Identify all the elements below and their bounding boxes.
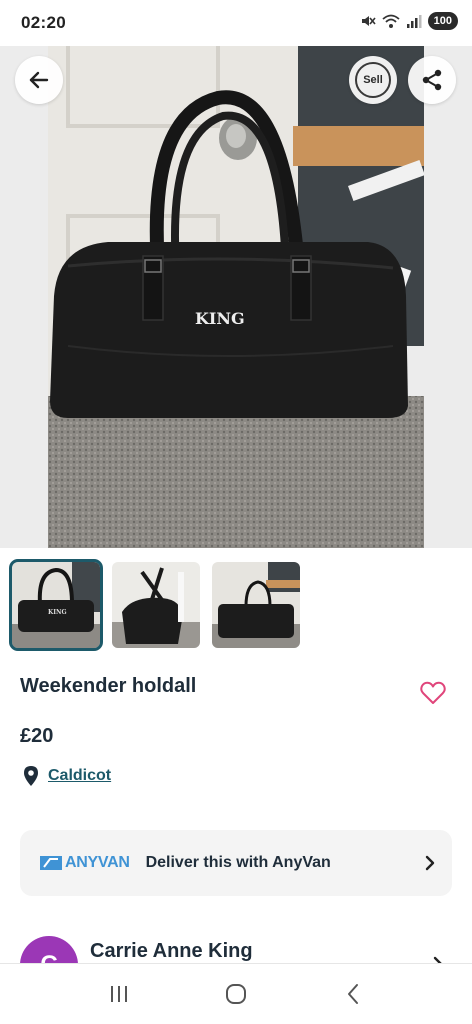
bag-logo-text: KING — [195, 309, 245, 328]
arrow-left-icon — [29, 71, 49, 89]
battery-indicator: 100 — [427, 12, 458, 30]
listing-price: £20 — [20, 725, 54, 747]
back-button[interactable] — [15, 56, 63, 104]
system-nav-bar — [0, 963, 472, 1024]
location-pin-icon — [24, 766, 38, 786]
location-link[interactable]: Caldicot — [48, 767, 111, 785]
recent-apps-button[interactable] — [99, 974, 139, 1014]
chevron-right-icon — [425, 855, 435, 871]
anyvan-delivery-card[interactable]: ANYVAN Deliver this with AnyVan — [20, 830, 452, 896]
listing-title: Weekender holdall — [20, 675, 197, 697]
share-button[interactable] — [408, 56, 456, 104]
hero-image[interactable]: KING Sell — [0, 46, 472, 548]
home-button[interactable] — [216, 974, 256, 1014]
home-icon — [225, 984, 246, 1004]
sell-label: Sell — [355, 62, 391, 98]
status-bar: 02:20 100 — [0, 0, 472, 46]
heart-icon — [420, 681, 446, 704]
anyvan-logo: ANYVAN — [40, 854, 130, 872]
thumbnail-2[interactable] — [112, 562, 200, 648]
svg-text:KING: KING — [48, 609, 67, 616]
product-photo: KING — [48, 46, 424, 548]
share-icon — [422, 69, 442, 91]
anyvan-delivery-text: Deliver this with AnyVan — [145, 854, 331, 871]
anyvan-van-icon — [40, 856, 62, 870]
wifi-icon — [382, 14, 400, 28]
signal-icon — [406, 15, 422, 28]
status-icons: 100 — [360, 12, 458, 30]
sell-button[interactable]: Sell — [349, 56, 397, 104]
recent-apps-icon — [110, 986, 127, 1002]
location-row: Caldicot — [22, 765, 111, 787]
anyvan-logo-text: ANYVAN — [65, 854, 130, 871]
seller-name: Carrie Anne King — [90, 940, 253, 962]
chevron-left-icon — [348, 984, 359, 1004]
thumbnail-3[interactable] — [212, 562, 300, 648]
mute-icon — [361, 16, 376, 26]
system-back-button[interactable] — [333, 974, 373, 1014]
thumbnail-strip: KING — [9, 559, 300, 651]
thumbnail-1[interactable]: KING — [9, 559, 103, 651]
favourite-button[interactable] — [416, 676, 450, 710]
status-time: 02:20 — [21, 13, 66, 32]
